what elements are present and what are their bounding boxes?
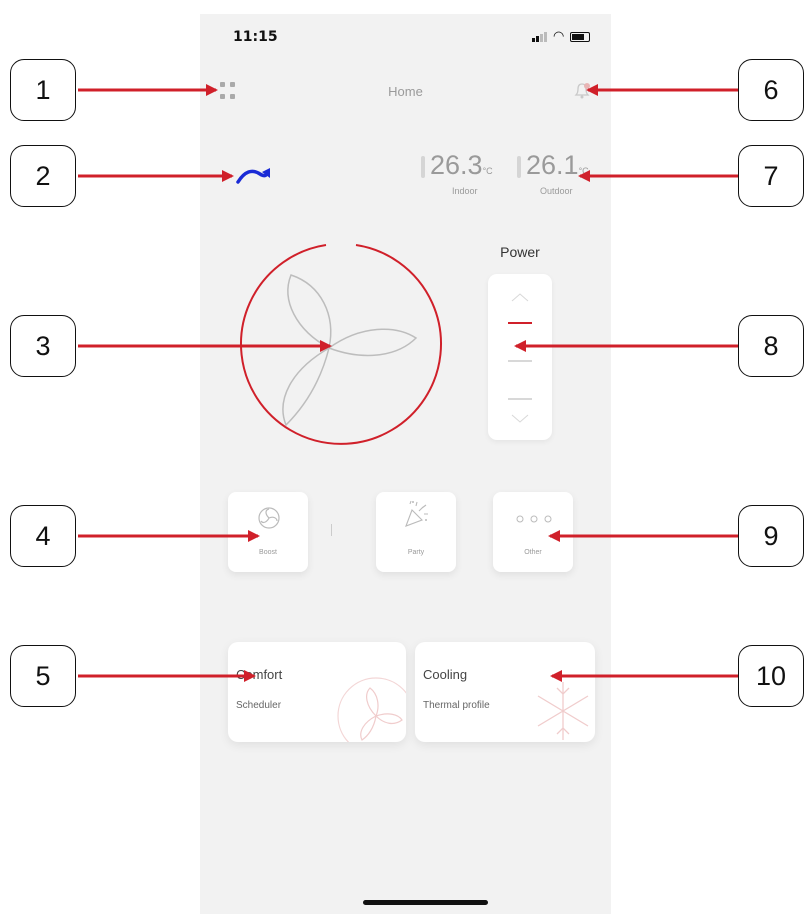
callout-2: 2 [10,145,76,207]
callout-3: 3 [10,315,76,377]
callout-10: 10 [738,645,804,707]
callout-4: 4 [10,505,76,567]
callout-8: 8 [738,315,804,377]
callout-1: 1 [10,59,76,121]
callout-arrows [78,84,738,682]
callout-6: 6 [738,59,804,121]
callout-9: 9 [738,505,804,567]
callout-5: 5 [10,645,76,707]
callout-7: 7 [738,145,804,207]
